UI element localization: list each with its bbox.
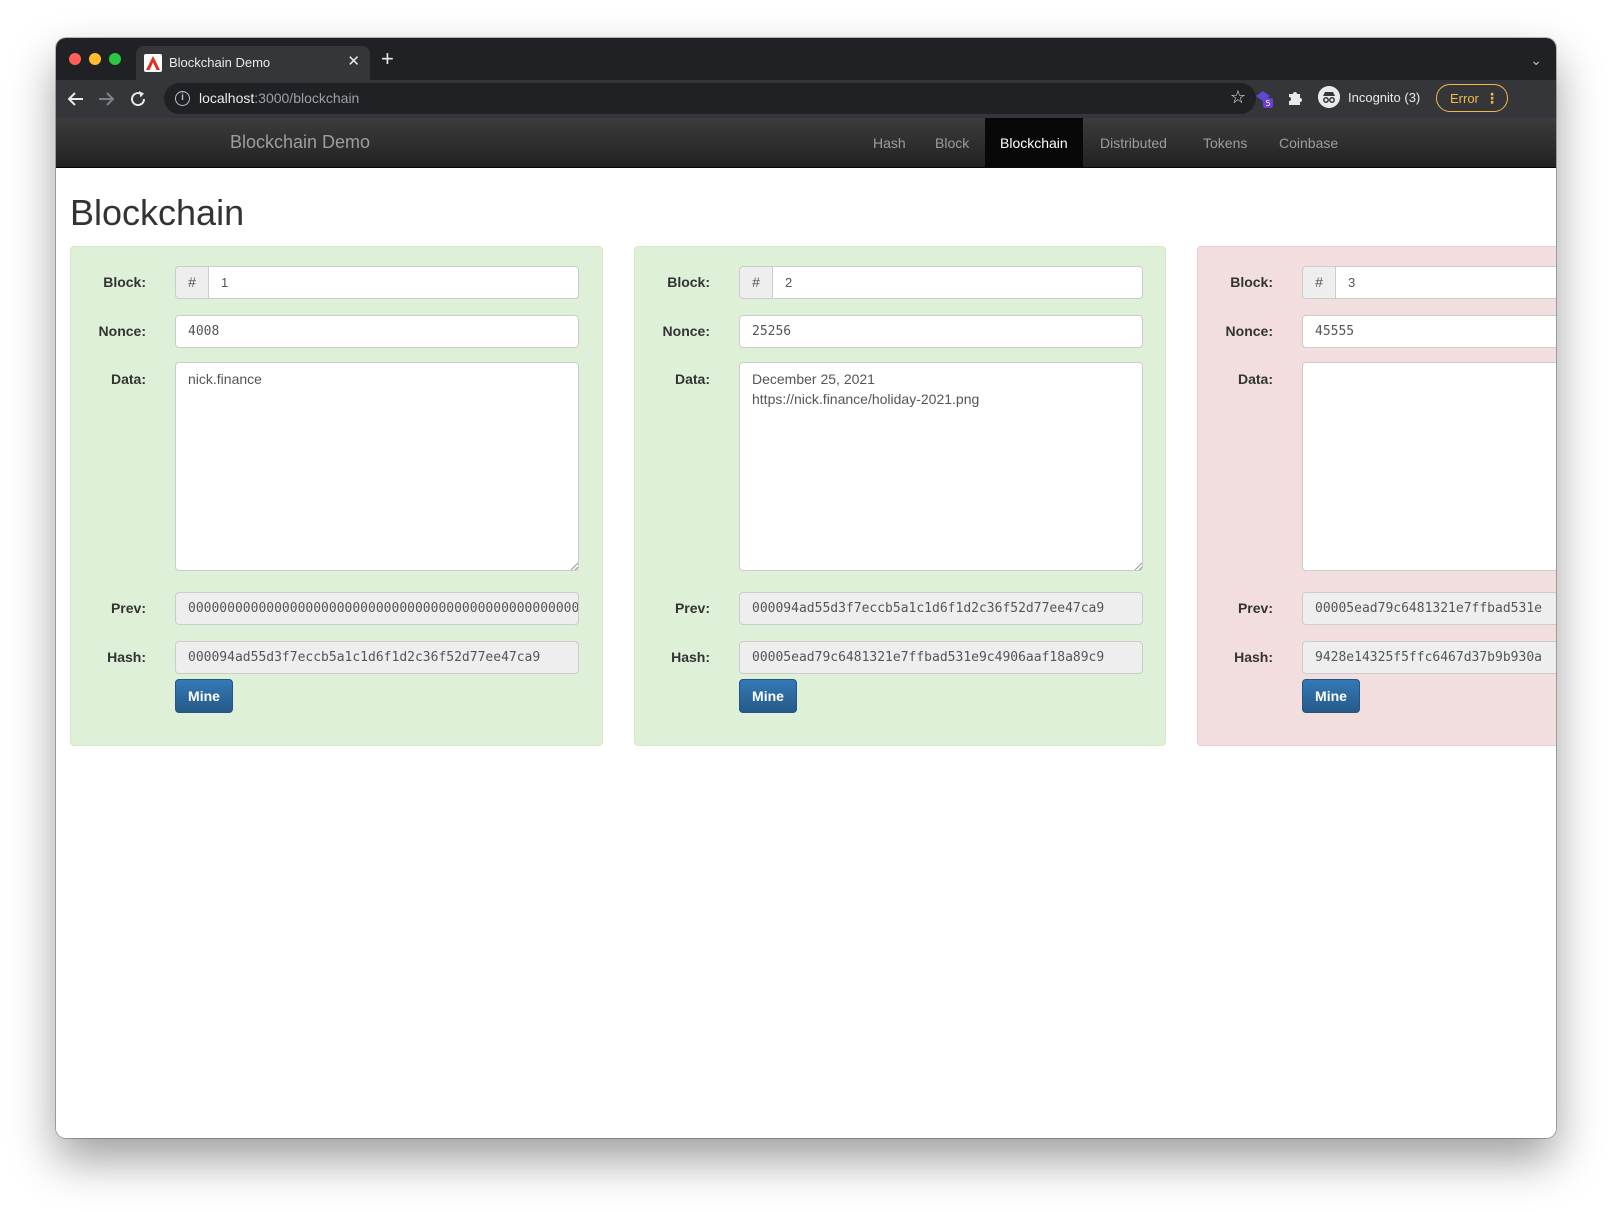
navbar-brand[interactable]: Blockchain Demo — [230, 132, 370, 153]
new-tab-button[interactable]: + — [381, 48, 394, 70]
prev-hash-field: 0000000000000000000000000000000000000000… — [175, 592, 579, 625]
more-menu-icon[interactable]: ⋮ — [1485, 90, 1499, 107]
nav-item-blockchain[interactable]: Blockchain — [985, 118, 1083, 168]
site-navbar: Blockchain Demo Hash Block Blockchain Di… — [56, 118, 1556, 168]
block-label: Block: — [667, 274, 710, 290]
maximize-window-button[interactable] — [109, 53, 121, 65]
extensions-puzzle-icon[interactable] — [1285, 88, 1305, 108]
nav-item-hash[interactable]: Hash — [858, 118, 921, 168]
resize-grip-icon[interactable] — [1134, 562, 1143, 571]
hash-field: 00005ead79c6481321e7ffbad531e9c4906aaf18… — [739, 641, 1143, 674]
block-card-1: Block: # 1 Nonce: 4008 Data: nick.financ… — [70, 246, 603, 746]
extension-badge-icon[interactable]: 5 — [1254, 88, 1274, 108]
prev-label: Prev: — [1237, 600, 1273, 616]
data-textarea[interactable]: December 25, 2021 https://nick.finance/h… — [739, 362, 1143, 571]
nonce-input[interactable]: 4008 — [175, 315, 579, 348]
url-text: localhost:3000/blockchain — [199, 90, 359, 106]
data-label: Data: — [674, 371, 710, 387]
extension-badge-count: 5 — [1265, 99, 1270, 108]
tab-strip: Blockchain Demo ✕ + ⌄ — [56, 38, 1556, 80]
nonce-label: Nonce: — [1225, 323, 1273, 339]
nav-item-coinbase[interactable]: Coinbase — [1264, 118, 1353, 168]
error-label: Error — [1450, 91, 1479, 106]
browser-window: Blockchain Demo ✕ + ⌄ i localhost:3000/b… — [56, 38, 1556, 1138]
prev-hash-field: 000094ad55d3f7eccb5a1c1d6f1d2c36f52d77ee… — [739, 592, 1143, 625]
web-page: Blockchain Demo Hash Block Blockchain Di… — [56, 118, 1556, 1138]
hash-field: 9428e14325f5ffc6467d37b9b930a — [1302, 641, 1556, 674]
block-label: Block: — [1230, 274, 1273, 290]
nonce-input[interactable]: 25256 — [739, 315, 1143, 348]
browser-tab[interactable]: Blockchain Demo ✕ — [136, 46, 370, 80]
favicon-icon — [144, 54, 162, 72]
nonce-label: Nonce: — [98, 323, 146, 339]
profile-error-button[interactable]: Error ⋮ — [1436, 84, 1508, 112]
hash-label: Hash: — [107, 649, 146, 665]
browser-toolbar: i localhost:3000/blockchain ☆ 5 Incognit… — [56, 80, 1556, 118]
data-label: Data: — [1237, 371, 1273, 387]
back-arrow-icon[interactable] — [64, 87, 88, 111]
nav-item-tokens[interactable]: Tokens — [1188, 118, 1262, 168]
nonce-input[interactable]: 45555 — [1302, 315, 1556, 348]
incognito-label: Incognito (3) — [1348, 90, 1421, 105]
block-number-addon: # — [739, 266, 773, 299]
block-number-input[interactable]: 1 — [208, 266, 579, 299]
block-card-3: Block: # 3 Nonce: 45555 Data: Prev: 0000… — [1197, 246, 1556, 746]
tab-search-icon[interactable]: ⌄ — [1530, 52, 1542, 69]
address-bar[interactable]: i localhost:3000/blockchain ☆ — [164, 83, 1256, 114]
page-title: Blockchain — [70, 192, 245, 233]
data-label: Data: — [110, 371, 146, 387]
hash-field: 000094ad55d3f7eccb5a1c1d6f1d2c36f52d77ee… — [175, 641, 579, 674]
prev-label: Prev: — [674, 600, 710, 616]
incognito-icon — [1318, 86, 1340, 108]
url-host: localhost — [199, 90, 255, 106]
nav-item-distributed[interactable]: Distributed — [1085, 118, 1182, 168]
mine-button[interactable]: Mine — [1302, 679, 1360, 713]
block-number-addon: # — [175, 266, 209, 299]
minimize-window-button[interactable] — [89, 53, 101, 65]
tab-title: Blockchain Demo — [169, 55, 271, 70]
mine-button[interactable]: Mine — [175, 679, 233, 713]
block-label: Block: — [103, 274, 146, 290]
nav-item-block[interactable]: Block — [920, 118, 984, 168]
block-number-input[interactable]: 3 — [1335, 266, 1556, 299]
block-card-2: Block: # 2 Nonce: 25256 Data: December 2… — [634, 246, 1166, 746]
forward-arrow-icon[interactable] — [94, 87, 118, 111]
hash-label: Hash: — [671, 649, 710, 665]
mine-button[interactable]: Mine — [739, 679, 797, 713]
tab-close-icon[interactable]: ✕ — [347, 53, 360, 71]
block-number-addon: # — [1302, 266, 1336, 299]
hash-label: Hash: — [1234, 649, 1273, 665]
data-textarea[interactable] — [1302, 362, 1556, 571]
prev-hash-field: 00005ead79c6481321e7ffbad531e — [1302, 592, 1556, 625]
reload-icon[interactable] — [126, 87, 150, 111]
site-info-icon[interactable]: i — [175, 91, 190, 106]
nonce-label: Nonce: — [662, 323, 710, 339]
close-window-button[interactable] — [69, 53, 81, 65]
data-textarea[interactable]: nick.finance — [175, 362, 579, 571]
prev-label: Prev: — [110, 600, 146, 616]
url-path: :3000/blockchain — [254, 90, 360, 106]
block-number-input[interactable]: 2 — [772, 266, 1143, 299]
bookmark-star-icon[interactable]: ☆ — [1230, 87, 1246, 108]
resize-grip-icon[interactable] — [570, 562, 579, 571]
